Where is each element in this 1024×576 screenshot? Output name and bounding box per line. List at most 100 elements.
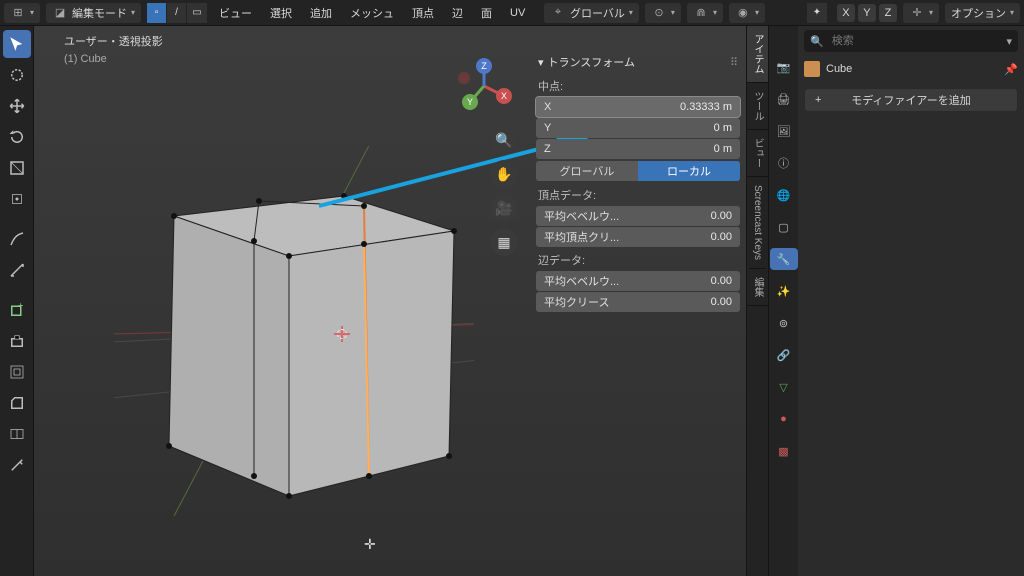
add-modifier-label: モディファイアーを追加 [851, 92, 971, 108]
navigation-gizmo[interactable]: X Y Z [452, 54, 516, 118]
vertex-select-icon[interactable]: ▫ [147, 3, 167, 23]
prop-tab-physics[interactable]: ⊚ [770, 312, 798, 334]
menu-select[interactable]: 選択 [264, 3, 298, 23]
properties-search[interactable]: 🔍 ▾ [804, 30, 1018, 52]
snap-toggle[interactable]: ⋒▾ [687, 3, 723, 23]
gizmo-x[interactable]: X [837, 4, 855, 22]
orientation-label: グローバル [570, 5, 625, 21]
menu-vertex[interactable]: 頂点 [406, 3, 440, 23]
tool-rotate[interactable] [3, 123, 31, 151]
transform-panel-header[interactable]: ▾トランスフォーム⠿ [536, 50, 740, 74]
mean-bevel-vert-field[interactable]: 平均ベベルウ...0.00 [536, 206, 740, 226]
editor-type-dropdown[interactable]: ⊞▾ [4, 3, 40, 23]
orientation-dropdown[interactable]: ⌖グローバル▾ [544, 3, 639, 23]
mean-crease-vert-field[interactable]: 平均頂点クリ...0.00 [536, 227, 740, 247]
mesh-display-segmented[interactable]: ✦ [807, 3, 827, 23]
menu-add[interactable]: 追加 [304, 3, 338, 23]
prop-tab-constraints[interactable]: 🔗 [770, 344, 798, 366]
pin-icon[interactable]: 📌 [1004, 63, 1018, 76]
pivot-dropdown[interactable]: ⊙▾ [645, 3, 681, 23]
overlay-title: ユーザー・透視投影 [64, 34, 163, 51]
mode-dropdown[interactable]: ◪編集モード▾ [46, 3, 141, 23]
pan-icon[interactable]: ✋ [490, 160, 518, 188]
tool-inset[interactable] [3, 358, 31, 386]
gizmo-y[interactable]: Y [858, 4, 876, 22]
panel-menu-icon[interactable]: ⠿ [730, 56, 738, 69]
3d-cursor-icon [334, 326, 350, 342]
butterfly-icon[interactable]: ✦ [807, 3, 827, 23]
prop-tab-texture[interactable]: ▩ [770, 440, 798, 462]
prop-tab-viewlayer[interactable]: 🖼 [770, 120, 798, 142]
gizmo-settings[interactable]: ✛▾ [903, 3, 939, 23]
menu-view[interactable]: ビュー [213, 3, 258, 23]
mesh-cube [114, 146, 474, 516]
n-panel: ▾トランスフォーム⠿ 中点: X0.33333 m Y0 m Z0 m グローバ… [536, 50, 746, 313]
search-icon: 🔍 [810, 35, 824, 48]
options-dropdown[interactable]: オプション▾ [945, 3, 1020, 23]
vertex-data-label: 頂点データ: [536, 183, 740, 205]
zoom-icon[interactable]: 🔍 [490, 126, 518, 154]
tool-measure[interactable] [3, 256, 31, 284]
prop-tab-object[interactable]: ▢ [770, 216, 798, 238]
prop-tab-world[interactable]: 🌐 [770, 184, 798, 206]
prop-tab-scene[interactable]: ⓘ [770, 152, 798, 174]
menu-uv[interactable]: UV [504, 3, 531, 23]
mouse-cursor-icon: ✛ [364, 536, 376, 553]
tool-select-box[interactable] [3, 30, 31, 58]
left-toolbar [0, 26, 34, 576]
tool-annotate[interactable] [3, 225, 31, 253]
tool-loopcut[interactable] [3, 420, 31, 448]
svg-text:X: X [501, 91, 507, 101]
object-name-label: Cube [826, 63, 852, 75]
median-x-field[interactable]: X0.33333 m [536, 97, 740, 117]
tool-bevel[interactable] [3, 389, 31, 417]
add-modifier-button[interactable]: + モディファイアーを追加 [804, 88, 1018, 112]
tool-transform[interactable] [3, 185, 31, 213]
edge-select-icon[interactable]: / [167, 3, 187, 23]
menu-face[interactable]: 面 [475, 3, 498, 23]
gizmo-z[interactable]: Z [879, 4, 897, 22]
tab-view[interactable]: ビュー [747, 130, 768, 177]
search-input[interactable] [830, 34, 1001, 48]
tool-cursor[interactable] [3, 61, 31, 89]
orientation-icon: ⌖ [550, 5, 566, 21]
search-options-icon[interactable]: ▾ [1006, 35, 1012, 48]
svg-text:Z: Z [481, 61, 487, 71]
edit-mode-icon: ◪ [52, 5, 68, 21]
select-mode-segmented[interactable]: ▫ / ▭ [147, 3, 207, 23]
mean-crease-edge-field[interactable]: 平均クリース0.00 [536, 292, 740, 312]
menu-edge[interactable]: 辺 [446, 3, 469, 23]
space-toggle[interactable]: グローバル ローカル [536, 161, 740, 181]
viewport-3d[interactable]: ユーザー・透視投影 (1) Cube [34, 26, 746, 576]
proportional-icon: ◉ [735, 5, 751, 21]
median-z-field[interactable]: Z0 m [536, 139, 740, 159]
tool-move[interactable] [3, 92, 31, 120]
edge-data-label: 辺データ: [536, 248, 740, 270]
tab-item[interactable]: アイテム [747, 26, 768, 83]
tool-knife[interactable] [3, 451, 31, 479]
median-y-field[interactable]: Y0 m [536, 118, 740, 138]
prop-tab-particles[interactable]: ✨ [770, 280, 798, 302]
object-breadcrumb[interactable]: Cube 📌 [804, 58, 1018, 80]
menu-mesh[interactable]: メッシュ [344, 3, 400, 23]
mean-bevel-edge-field[interactable]: 平均ベベルウ...0.00 [536, 271, 740, 291]
tool-scale[interactable] [3, 154, 31, 182]
prop-tab-material[interactable]: ● [770, 408, 798, 430]
tool-add-cube[interactable] [3, 296, 31, 324]
gizmo-xyz[interactable]: X Y Z [837, 4, 897, 22]
space-local[interactable]: ローカル [638, 161, 740, 181]
tool-extrude[interactable] [3, 327, 31, 355]
tab-tool[interactable]: ツール [747, 83, 768, 130]
tab-screencast-keys[interactable]: Screencast Keys [749, 177, 766, 269]
prop-tab-render[interactable]: 📷 [770, 56, 798, 78]
camera-icon[interactable]: 🎥 [490, 194, 518, 222]
space-global[interactable]: グローバル [536, 161, 638, 181]
perspective-icon[interactable]: ▦ [490, 228, 518, 256]
tab-edit[interactable]: 編集 [747, 269, 768, 306]
prop-tab-modifiers[interactable]: 🔧 [770, 248, 798, 270]
proportional-dropdown[interactable]: ◉▾ [729, 3, 765, 23]
prop-tab-mesh[interactable]: ▽ [770, 376, 798, 398]
prop-tab-output[interactable]: 🖨 [770, 88, 798, 110]
svg-text:Y: Y [467, 97, 473, 107]
face-select-icon[interactable]: ▭ [187, 3, 207, 23]
